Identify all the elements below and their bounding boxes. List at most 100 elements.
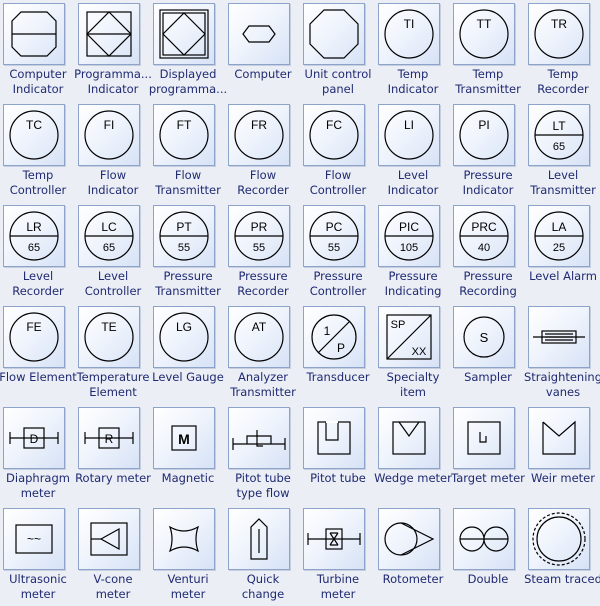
shape-tile[interactable] [228, 3, 290, 65]
shape-tile[interactable]: TI [378, 3, 440, 65]
shape-item[interactable]: Straightening vanes [524, 303, 600, 404]
shape-item[interactable]: TI Temp Indicator [375, 0, 450, 101]
shape-item[interactable]: LT 65 Level Transmitter [525, 101, 600, 202]
shape-item[interactable]: D Diaphragm meter [0, 404, 75, 505]
shape-tile[interactable] [528, 407, 590, 469]
shape-tile[interactable]: PIC 105 [378, 205, 440, 267]
shape-tile[interactable] [453, 407, 515, 469]
shape-tile[interactable]: TC [3, 104, 65, 166]
shape-tile[interactable] [378, 508, 440, 570]
shape-item[interactable]: FE Flow Element [0, 303, 77, 404]
shape-tile[interactable]: AT [228, 306, 290, 368]
shape-tile[interactable]: 1P [303, 306, 365, 368]
shape-tile[interactable]: FE [3, 306, 65, 368]
shape-tile[interactable]: FT [153, 104, 215, 166]
shape-tile[interactable] [153, 508, 215, 570]
shape-tile[interactable] [303, 3, 365, 65]
shape-tile[interactable]: PI [453, 104, 515, 166]
shape-tile[interactable]: ~~ [3, 508, 65, 570]
shape-item[interactable]: FR Flow Recorder [225, 101, 300, 202]
shape-tile[interactable]: PC 55 [303, 205, 365, 267]
shape-item[interactable]: FC Flow Controller [300, 101, 375, 202]
shape-item[interactable]: Target meter [450, 404, 525, 505]
shape-tile[interactable]: R [78, 407, 140, 469]
shape-item[interactable]: Computer Indicator [0, 0, 75, 101]
shape-tile[interactable]: FI [78, 104, 140, 166]
shape-tile[interactable]: D [3, 407, 65, 469]
shape-item[interactable]: Steam traced [524, 505, 600, 606]
shape-tile[interactable]: PR 55 [228, 205, 290, 267]
shape-item[interactable]: S Sampler [450, 303, 525, 404]
shape-tile[interactable]: TT [453, 3, 515, 65]
shape-tile[interactable]: LA 25 [528, 205, 590, 267]
shape-item[interactable]: LR 65 Level Recorder [0, 202, 75, 303]
shape-item[interactable]: PT 55 Pressure Transmitter [150, 202, 225, 303]
shape-tile[interactable] [228, 508, 290, 570]
shape-tile[interactable] [3, 3, 65, 65]
shape-item[interactable]: Wedge meter [374, 404, 452, 505]
shape-tile[interactable]: M [153, 407, 215, 469]
shape-tile[interactable]: PT 55 [153, 205, 215, 267]
shape-item[interactable]: PC 55 Pressure Controller [300, 202, 375, 303]
svg-text:55: 55 [253, 242, 265, 254]
shape-item[interactable]: PR 55 Pressure Recorder [225, 202, 300, 303]
instrument-split-icon: LR 65 [9, 211, 59, 261]
shape-tile[interactable] [528, 508, 590, 570]
shape-tile[interactable]: FR [228, 104, 290, 166]
shape-tile[interactable] [153, 3, 215, 65]
shape-item[interactable]: Venturi meter [150, 505, 225, 606]
shape-item[interactable]: Computer [225, 0, 300, 101]
shape-item[interactable]: Pitot tube [300, 404, 375, 505]
shape-item[interactable]: V-cone meter [75, 505, 150, 606]
shape-item[interactable]: FT Flow Transmitter [150, 101, 225, 202]
shape-item[interactable]: Displayed programma... [149, 0, 227, 101]
shape-item[interactable]: LA 25 Level Alarm [525, 202, 600, 303]
shape-item[interactable]: TC Temp Controller [0, 101, 75, 202]
shape-item[interactable]: TR Temp Recorder [525, 0, 600, 101]
shape-tile[interactable]: FC [303, 104, 365, 166]
shape-tile[interactable] [378, 407, 440, 469]
shape-item[interactable]: PRC 40 Pressure Recording [450, 202, 525, 303]
shape-tile[interactable] [453, 508, 515, 570]
shape-item[interactable]: LG Level Gauge [150, 303, 225, 404]
shape-item[interactable]: AT Analyzer Transmitter [225, 303, 300, 404]
shape-tile[interactable] [228, 407, 290, 469]
shape-tile[interactable]: LR 65 [3, 205, 65, 267]
shape-item[interactable]: LC 65 Level Controller [75, 202, 150, 303]
shape-item[interactable]: Unit control panel [300, 0, 375, 101]
shape-item[interactable]: TE Temperature Element [75, 303, 150, 404]
shape-item[interactable]: 1 P Transducer [300, 303, 375, 404]
shape-tile[interactable] [303, 407, 365, 469]
shape-item[interactable]: Programma... Indicator [74, 0, 152, 101]
shape-item[interactable]: SP XX Specialty item [375, 303, 450, 404]
shape-label: Pressure Transmitter [155, 269, 221, 298]
shape-tile[interactable] [528, 306, 590, 368]
shape-item[interactable]: Pitot tube type flow [225, 404, 300, 505]
shape-tile[interactable]: S [453, 306, 515, 368]
shape-item[interactable]: PI Pressure Indicator [450, 101, 525, 202]
shape-item[interactable]: M Magnetic [150, 404, 225, 505]
shape-tile[interactable]: PRC 40 [453, 205, 515, 267]
shape-tile[interactable] [303, 508, 365, 570]
shape-item[interactable]: Rotometer [375, 505, 450, 606]
shape-tile[interactable]: SP XX [378, 306, 440, 368]
shape-item[interactable]: PIC 105 Pressure Indicating [375, 202, 450, 303]
shape-item[interactable]: ~~ Ultrasonic meter [0, 505, 75, 606]
shape-tile[interactable]: LG [153, 306, 215, 368]
shape-item[interactable]: R Rotary meter [75, 404, 151, 505]
shape-tile[interactable] [78, 508, 140, 570]
svg-text:PT: PT [176, 220, 192, 234]
shape-tile[interactable]: LC 65 [78, 205, 140, 267]
shape-item[interactable]: Double [450, 505, 525, 606]
shape-item[interactable]: Quick change [225, 505, 300, 606]
shape-item[interactable]: Turbine meter [300, 505, 375, 606]
shape-item[interactable]: Weir meter [525, 404, 600, 505]
shape-item[interactable]: LI Level Indicator [375, 101, 450, 202]
shape-item[interactable]: TT Temp Transmitter [450, 0, 525, 101]
shape-item[interactable]: FI Flow Indicator [75, 101, 150, 202]
shape-tile[interactable]: TR [528, 3, 590, 65]
shape-tile[interactable]: TE [78, 306, 140, 368]
shape-tile[interactable] [78, 3, 140, 65]
shape-tile[interactable]: LI [378, 104, 440, 166]
shape-tile[interactable]: LT 65 [528, 104, 590, 166]
